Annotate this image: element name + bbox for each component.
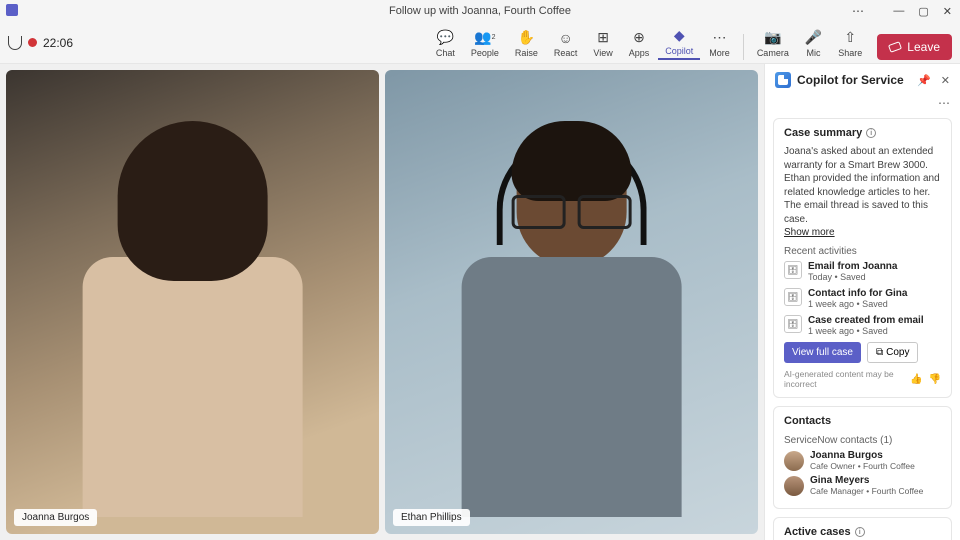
more-icon: ⋯	[712, 30, 728, 46]
contacts-card: Contacts ServiceNow contacts (1) Joanna …	[773, 406, 952, 509]
activity-item[interactable]: 🗄Contact info for Gina1 week ago • Saved	[784, 288, 941, 309]
active-cases-heading: Active casesi	[784, 526, 941, 538]
chat-icon: 💬	[437, 30, 453, 46]
panel-title: Copilot for Service	[797, 73, 907, 87]
share-button[interactable]: ⇧Share	[831, 27, 869, 60]
info-icon[interactable]: i	[855, 527, 865, 537]
recording-icon	[28, 38, 37, 47]
contacts-heading: Contacts	[784, 415, 941, 427]
mic-icon: 🎤	[805, 29, 822, 46]
people-icon: 👥2	[477, 30, 493, 46]
avatar	[784, 451, 804, 471]
briefcase-icon: 🗄	[784, 261, 802, 279]
meeting-timer: 22:06	[43, 36, 73, 50]
copilot-logo-icon	[775, 72, 791, 88]
window-title: Follow up with Joanna, Fourth Coffee	[389, 5, 571, 17]
contact-item[interactable]: Joanna BurgosCafe Owner • Fourth Coffee	[784, 450, 941, 471]
pin-icon[interactable]: 📌	[917, 74, 931, 87]
camera-button[interactable]: 📷Camera	[750, 27, 796, 60]
grid-icon: ⊞	[595, 30, 611, 46]
video-tile-joanna[interactable]: Joanna Burgos	[6, 70, 379, 534]
more-button[interactable]: ⋯More	[702, 28, 737, 60]
title-bar: Follow up with Joanna, Fourth Coffee ⋯ ―…	[0, 0, 960, 22]
contacts-subheading: ServiceNow contacts (1)	[784, 435, 941, 446]
share-icon: ⇧	[844, 29, 856, 46]
shield-icon	[8, 36, 22, 50]
apps-icon: ⊕	[631, 30, 647, 46]
react-button[interactable]: ☺React	[547, 28, 585, 60]
ai-disclaimer: AI-generated content may be incorrect	[784, 369, 898, 389]
smile-icon: ☺	[558, 30, 574, 46]
show-more-link[interactable]: Show more	[784, 227, 835, 238]
close-button[interactable]: ✕	[939, 5, 956, 18]
case-summary-text: Joana's asked about an extended warranty…	[784, 145, 941, 226]
meeting-toolbar: 22:06 💬Chat 👥2People ✋Raise ☺React ⊞View…	[0, 22, 960, 64]
view-button[interactable]: ⊞View	[586, 28, 619, 60]
mic-button[interactable]: 🎤Mic	[798, 27, 829, 60]
leave-button[interactable]: Leave	[877, 34, 952, 60]
separator	[743, 34, 744, 60]
participant-name: Ethan Phillips	[393, 509, 470, 526]
copilot-panel: Copilot for Service 📌 ✕ ⋯ Case summaryi …	[764, 64, 960, 540]
app-icon	[6, 4, 18, 16]
copilot-icon: ◆	[671, 28, 687, 44]
hangup-icon	[888, 41, 902, 53]
maximize-button[interactable]: ▢	[914, 5, 932, 18]
panel-more-icon[interactable]: ⋯	[765, 96, 960, 114]
briefcase-icon: 🗄	[784, 315, 802, 333]
view-full-case-button[interactable]: View full case	[784, 342, 861, 363]
briefcase-icon: 🗄	[784, 288, 802, 306]
avatar	[784, 476, 804, 496]
thumbs-down-icon[interactable]: 👎	[929, 374, 941, 385]
people-button[interactable]: 👥2People	[464, 28, 506, 60]
recent-activities-heading: Recent activities	[784, 246, 941, 257]
video-tile-ethan[interactable]: Ethan Phillips	[385, 70, 758, 534]
close-panel-icon[interactable]: ✕	[941, 74, 950, 87]
active-cases-card: Active casesi 🗄Issue with Smart Brew 300…	[773, 517, 952, 540]
participant-name: Joanna Burgos	[14, 509, 97, 526]
case-summary-heading: Case summaryi	[784, 127, 941, 139]
copy-icon: ⧉	[876, 347, 883, 358]
raise-button[interactable]: ✋Raise	[508, 28, 545, 60]
overflow-icon[interactable]: ⋯	[852, 0, 864, 22]
apps-button[interactable]: ⊕Apps	[622, 28, 657, 60]
contact-item[interactable]: Gina MeyersCafe Manager • Fourth Coffee	[784, 475, 941, 496]
copy-button[interactable]: ⧉Copy	[867, 342, 919, 363]
copilot-button[interactable]: ◆Copilot	[658, 26, 700, 60]
case-summary-card: Case summaryi Joana's asked about an ext…	[773, 118, 952, 398]
chat-button[interactable]: 💬Chat	[429, 28, 462, 60]
activity-item[interactable]: 🗄Email from JoannaToday • Saved	[784, 261, 941, 282]
info-icon[interactable]: i	[866, 128, 876, 138]
hand-icon: ✋	[518, 30, 534, 46]
minimize-button[interactable]: ―	[889, 5, 908, 17]
video-grid: Joanna Burgos Ethan Phillips	[0, 64, 764, 540]
thumbs-up-icon[interactable]: 👍	[910, 374, 922, 385]
activity-item[interactable]: 🗄Case created from email1 week ago • Sav…	[784, 315, 941, 336]
camera-icon: 📷	[764, 29, 781, 46]
